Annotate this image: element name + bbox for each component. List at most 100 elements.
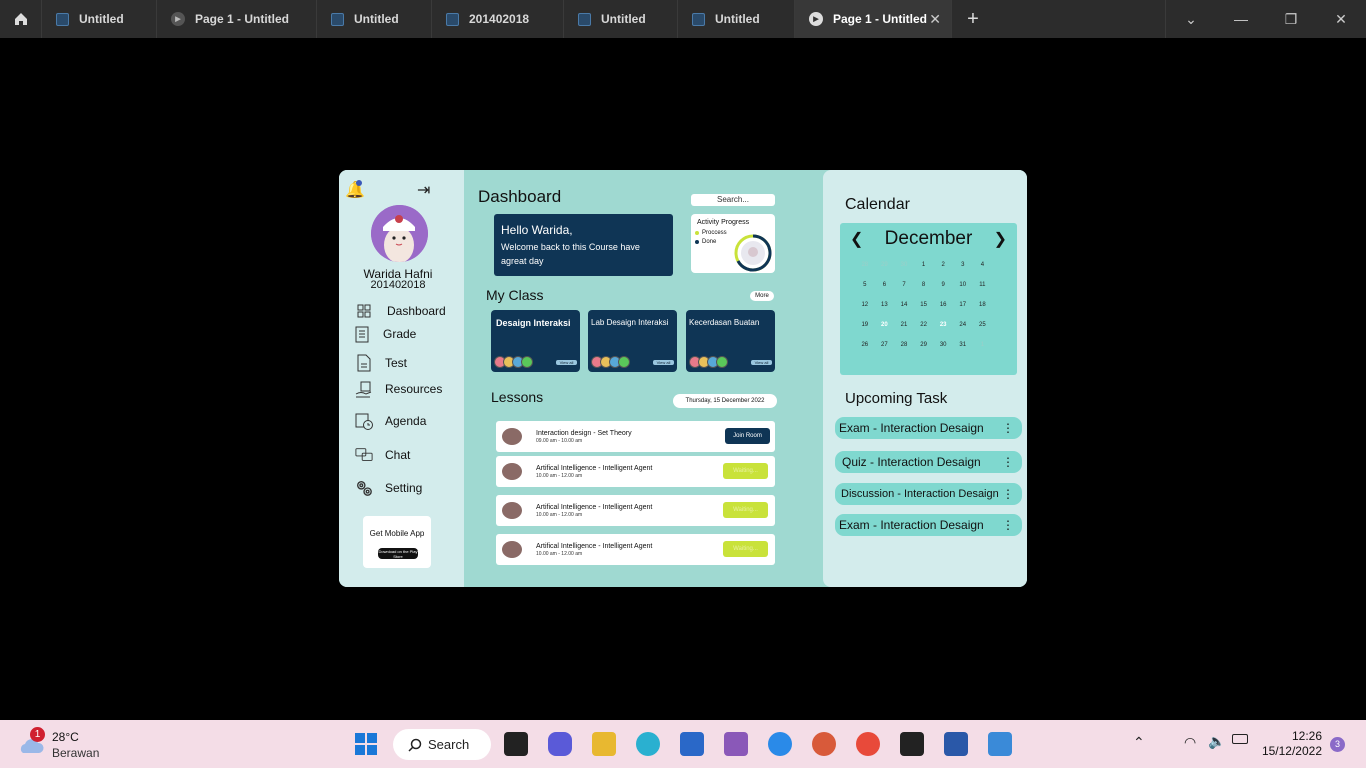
tab-page1-untitled-1[interactable]: ▶ Page 1 - Untitled [157, 0, 317, 38]
calendar-day[interactable]: 30 [933, 342, 953, 348]
chevron-right-icon[interactable]: ❯ [994, 229, 1007, 249]
class-card[interactable]: Lab Desaign Interaksi View all [588, 310, 677, 372]
tab-untitled-3[interactable]: Untitled [564, 0, 678, 38]
calendar-day[interactable]: 17 [953, 302, 973, 308]
calendar-day[interactable]: 9 [933, 282, 953, 288]
calendar-day[interactable]: 31 [953, 342, 973, 348]
view-all-button[interactable]: View all [556, 360, 577, 365]
tab-page1-untitled-active[interactable]: ▶ Page 1 - Untitled ✕ [795, 0, 952, 38]
task-item[interactable]: Quiz - Interaction Desaign ⋮ [835, 451, 1022, 473]
calendar-day[interactable]: 8 [914, 282, 934, 288]
view-all-button[interactable]: View all [751, 360, 772, 365]
tab-untitled-2[interactable]: Untitled [317, 0, 432, 38]
calendar-day[interactable]: 29 [914, 342, 934, 348]
teams-chat-icon[interactable] [548, 732, 572, 756]
waiting-button[interactable]: Waiting... [723, 502, 768, 518]
chevron-left-icon[interactable]: ❮ [850, 229, 863, 249]
nav-test[interactable]: Test [355, 354, 407, 372]
nav-setting[interactable]: Setting [355, 479, 422, 497]
calendar-day[interactable]: 12 [855, 302, 875, 308]
calendar-day[interactable]: 30 [894, 262, 914, 268]
calendar-day[interactable]: 4 [973, 262, 993, 268]
waiting-button[interactable]: Waiting... [723, 463, 768, 479]
more-vertical-icon[interactable]: ⋮ [1002, 514, 1014, 536]
calendar-day[interactable]: 5 [855, 282, 875, 288]
class-card[interactable]: Desaign Interaksi View all [491, 310, 580, 372]
game-icon[interactable] [812, 732, 836, 756]
calendar-day[interactable]: 1 [973, 342, 993, 348]
system-clock[interactable]: 12:26 15/12/2022 [1262, 729, 1322, 759]
home-button[interactable] [0, 0, 42, 38]
calendar-day[interactable]: 1 [914, 262, 934, 268]
calendar-day[interactable]: 28 [855, 262, 875, 268]
calendar-day[interactable]: 21 [894, 322, 914, 328]
calendar-day[interactable]: 7 [894, 282, 914, 288]
maximize-button[interactable]: ❐ [1266, 0, 1316, 38]
edge-icon[interactable] [636, 732, 660, 756]
more-vertical-icon[interactable]: ⋮ [1002, 417, 1014, 439]
calendar-day[interactable]: 23 [933, 322, 953, 328]
volume-icon[interactable]: 🔈 [1208, 733, 1225, 750]
chevron-up-icon[interactable]: ⌃ [1133, 734, 1145, 751]
tab-201402018[interactable]: 201402018 [432, 0, 564, 38]
calendar-day[interactable]: 27 [875, 342, 895, 348]
calendar-day[interactable]: 11 [973, 282, 993, 288]
windows-start-icon[interactable] [354, 732, 378, 756]
minimize-button[interactable]: — [1216, 0, 1266, 38]
task-item[interactable]: Exam - Interaction Desaign ⋮ [835, 417, 1022, 439]
calendar-day[interactable]: 16 [933, 302, 953, 308]
tab-untitled-1[interactable]: Untitled [42, 0, 157, 38]
nav-resources[interactable]: Resources [355, 380, 442, 398]
view-all-button[interactable]: View all [653, 360, 674, 365]
calendar-day[interactable]: 14 [894, 302, 914, 308]
close-tab-icon[interactable]: ✕ [929, 11, 941, 28]
calendar-day[interactable]: 20 [875, 322, 895, 328]
figma-icon[interactable] [900, 732, 924, 756]
nav-grade[interactable]: Grade [353, 325, 416, 343]
chrome-icon[interactable] [856, 732, 880, 756]
join-room-button[interactable]: Join Room [725, 428, 770, 444]
word-icon[interactable] [944, 732, 968, 756]
photos-icon[interactable] [988, 732, 1012, 756]
nav-chat[interactable]: Chat [355, 446, 410, 464]
nav-agenda[interactable]: Agenda [355, 412, 426, 430]
class-card[interactable]: Kecerdasan Buatan View all [686, 310, 775, 372]
task-item[interactable]: Exam - Interaction Desaign ⋮ [835, 514, 1022, 536]
calendar-day[interactable]: 24 [953, 322, 973, 328]
tab-untitled-4[interactable]: Untitled [678, 0, 795, 38]
wifi-icon[interactable]: ◠ [1184, 734, 1196, 751]
calendar-day[interactable]: 26 [855, 342, 875, 348]
calendar-day[interactable]: 25 [973, 322, 993, 328]
nav-dashboard[interactable]: Dashboard [355, 302, 446, 320]
store-icon[interactable] [680, 732, 704, 756]
task-view-icon[interactable] [504, 732, 528, 756]
calendar-day[interactable]: 6 [875, 282, 895, 288]
help-icon[interactable] [768, 732, 792, 756]
calendar-day[interactable]: 15 [914, 302, 934, 308]
close-window-button[interactable]: ✕ [1316, 0, 1366, 38]
taskbar-search[interactable]: Search [393, 729, 491, 760]
file-explorer-icon[interactable] [592, 732, 616, 756]
battery-icon[interactable] [1232, 734, 1248, 744]
play-store-badge[interactable]: Download on the Play Store [378, 548, 418, 559]
more-button[interactable]: More [750, 291, 774, 301]
new-tab-button[interactable]: + [952, 0, 994, 38]
task-item[interactable]: Discussion - Interaction Desaign ⋮ [835, 483, 1022, 505]
calendar-day[interactable]: 3 [953, 262, 973, 268]
tab-list-chevron-icon[interactable]: ⌄ [1166, 0, 1216, 38]
more-vertical-icon[interactable]: ⋮ [1002, 451, 1014, 473]
calendar-day[interactable]: 19 [855, 322, 875, 328]
waiting-button[interactable]: Waiting... [723, 541, 768, 557]
calendar-day[interactable]: 29 [875, 262, 895, 268]
calendar-day[interactable]: 22 [914, 322, 934, 328]
calendar-day[interactable]: 2 [933, 262, 953, 268]
notification-count[interactable]: 3 [1330, 737, 1345, 752]
more-vertical-icon[interactable]: ⋮ [1002, 483, 1014, 505]
app-icon[interactable] [724, 732, 748, 756]
logout-icon[interactable]: ⇥ [417, 180, 430, 200]
search-input[interactable]: Search... [691, 194, 775, 206]
calendar-day[interactable]: 18 [973, 302, 993, 308]
calendar-day[interactable]: 10 [953, 282, 973, 288]
calendar-day[interactable]: 13 [875, 302, 895, 308]
calendar-day[interactable]: 28 [894, 342, 914, 348]
